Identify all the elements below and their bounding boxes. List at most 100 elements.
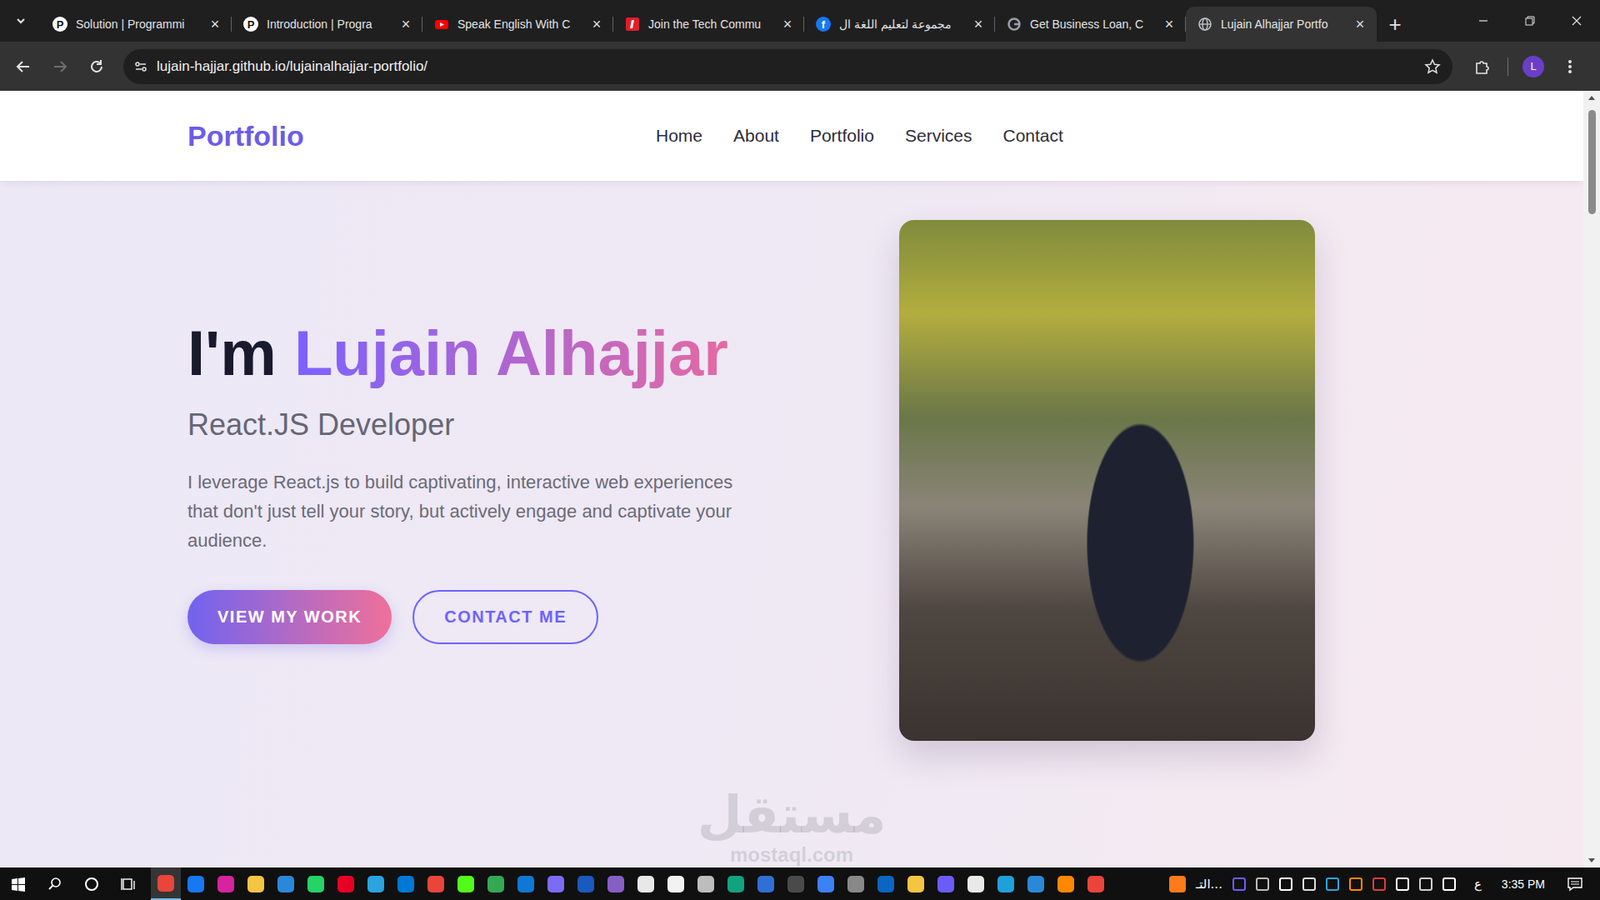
start-button[interactable] [0,867,37,900]
hero-button[interactable]: CONTACT ME [412,590,599,645]
browser-tab[interactable]: P Introduction | Progra × [231,6,423,42]
taskbar-app[interactable] [1050,867,1081,900]
tray-icon[interactable] [1325,877,1340,891]
scroll-up-icon[interactable] [1583,90,1600,105]
back-button[interactable] [6,50,40,84]
taskbar-app[interactable] [1080,867,1111,900]
nav-link[interactable]: About [733,125,780,146]
taskbar-app[interactable] [450,867,481,900]
tab-close-button[interactable]: × [206,15,224,34]
app-icon [187,875,205,893]
browser-tab[interactable]: P Solution | Programmi × [40,6,232,42]
taskbar-app[interactable] [510,867,541,900]
close-window-button[interactable] [1553,0,1600,42]
taskbar-app[interactable] [300,867,331,900]
extensions-button[interactable] [1465,50,1500,84]
taskbar-app[interactable] [180,867,211,900]
app-icon [697,875,715,893]
hero-button[interactable]: VIEW MY WORK [187,590,392,645]
scrollbar[interactable] [1583,90,1600,868]
tab-close-button[interactable]: × [970,15,987,34]
tab-close-button[interactable]: × [588,15,605,34]
taskbar-app[interactable] [750,867,781,900]
screen: P Solution | Programmi ×P Introduction |… [0,0,1600,900]
restore-button[interactable] [1506,0,1554,42]
nav-link[interactable]: Home [655,125,703,146]
reload-button[interactable] [80,50,114,84]
forward-button[interactable] [43,50,77,84]
nav-link[interactable]: Contact [1003,125,1064,146]
taskbar-app[interactable] [870,867,901,900]
scroll-down-icon[interactable] [1583,853,1600,868]
taskbar-app[interactable] [780,867,811,900]
scroll-thumb[interactable] [1588,110,1596,215]
new-tab-button[interactable]: + [1376,6,1414,42]
language-indicator[interactable]: ع [1474,876,1482,892]
tab-close-button[interactable]: × [397,15,415,34]
app-icon [607,875,625,893]
taskbar-app[interactable] [570,867,601,900]
browser-tab[interactable]: Lujain Alhajjar Portfo × [1185,6,1377,42]
tray-icon[interactable] [1372,877,1386,891]
tray-icon[interactable] [1232,877,1246,891]
app-icon [427,875,445,893]
tray-icon[interactable] [1419,877,1433,891]
menu-button[interactable] [1553,50,1587,84]
taskbar-app[interactable] [900,867,931,900]
taskbar-app[interactable] [600,867,631,900]
tab-search-button[interactable] [0,0,41,42]
tray-icon[interactable] [1442,877,1456,891]
taskbar-app[interactable] [990,867,1021,900]
taskbar-app[interactable] [630,867,661,900]
taskbar-app[interactable] [540,867,571,900]
taskbar-app[interactable] [810,867,841,900]
app-icon [937,875,955,893]
taskbar-app[interactable] [390,867,421,900]
tray-label[interactable]: التـ... [1195,876,1223,892]
tray-icon[interactable] [1302,877,1316,891]
taskbar-app[interactable] [360,867,391,900]
address-bar[interactable]: lujain-hajjar.github.io/lujainalhajjar-p… [123,49,1453,85]
taskbar-app[interactable] [150,867,181,900]
taskbar-app[interactable] [270,867,301,900]
browser-tab[interactable]: f مجموعة لتعليم اللغة ال × [804,6,995,42]
tab-close-button[interactable]: × [1160,15,1178,34]
taskbar-app[interactable] [660,867,691,900]
cortana-button[interactable] [73,867,110,900]
browser-tab[interactable]: Get Business Loan, C × [995,6,1186,42]
tray-icon[interactable] [1395,877,1410,891]
search-button[interactable] [36,867,74,900]
nav-link[interactable]: Services [905,125,973,146]
taskbar-app[interactable] [480,867,511,900]
tray-icon[interactable] [1279,877,1293,891]
browser-tab[interactable]: Join the Tech Commu × [613,6,805,42]
taskbar-app[interactable] [690,867,721,900]
toolbar-separator [1507,57,1509,76]
taskbar-app[interactable] [960,867,991,900]
taskbar-app[interactable] [1020,867,1051,900]
nav-link[interactable]: Portfolio [810,125,875,146]
tray-app-icon[interactable] [1169,875,1186,893]
taskbar-app[interactable] [420,867,451,900]
taskbar-app[interactable] [330,867,361,900]
logo[interactable]: Portfolio [187,120,656,153]
app-icon [307,875,325,893]
browser-tab[interactable]: Speak English With C × [422,6,614,42]
tab-close-button[interactable]: × [779,15,796,34]
tab-close-button[interactable]: × [1351,15,1369,34]
taskbar-app[interactable] [720,867,751,900]
app-icon [997,875,1015,893]
taskbar-app[interactable] [840,867,871,900]
taskbar-app[interactable] [210,867,241,900]
tray-icon[interactable] [1349,877,1363,891]
task-view-button[interactable] [110,867,147,900]
taskbar-app[interactable] [240,867,271,900]
tray-icon[interactable] [1255,877,1270,891]
star-icon[interactable] [1424,58,1441,75]
clock[interactable]: 3:35 PM [1501,877,1545,891]
minimize-button[interactable] [1460,0,1507,42]
app-icon [457,875,475,893]
taskbar-app[interactable] [930,867,961,900]
notification-icon[interactable] [1566,876,1584,892]
profile-avatar[interactable]: L [1522,55,1545,78]
